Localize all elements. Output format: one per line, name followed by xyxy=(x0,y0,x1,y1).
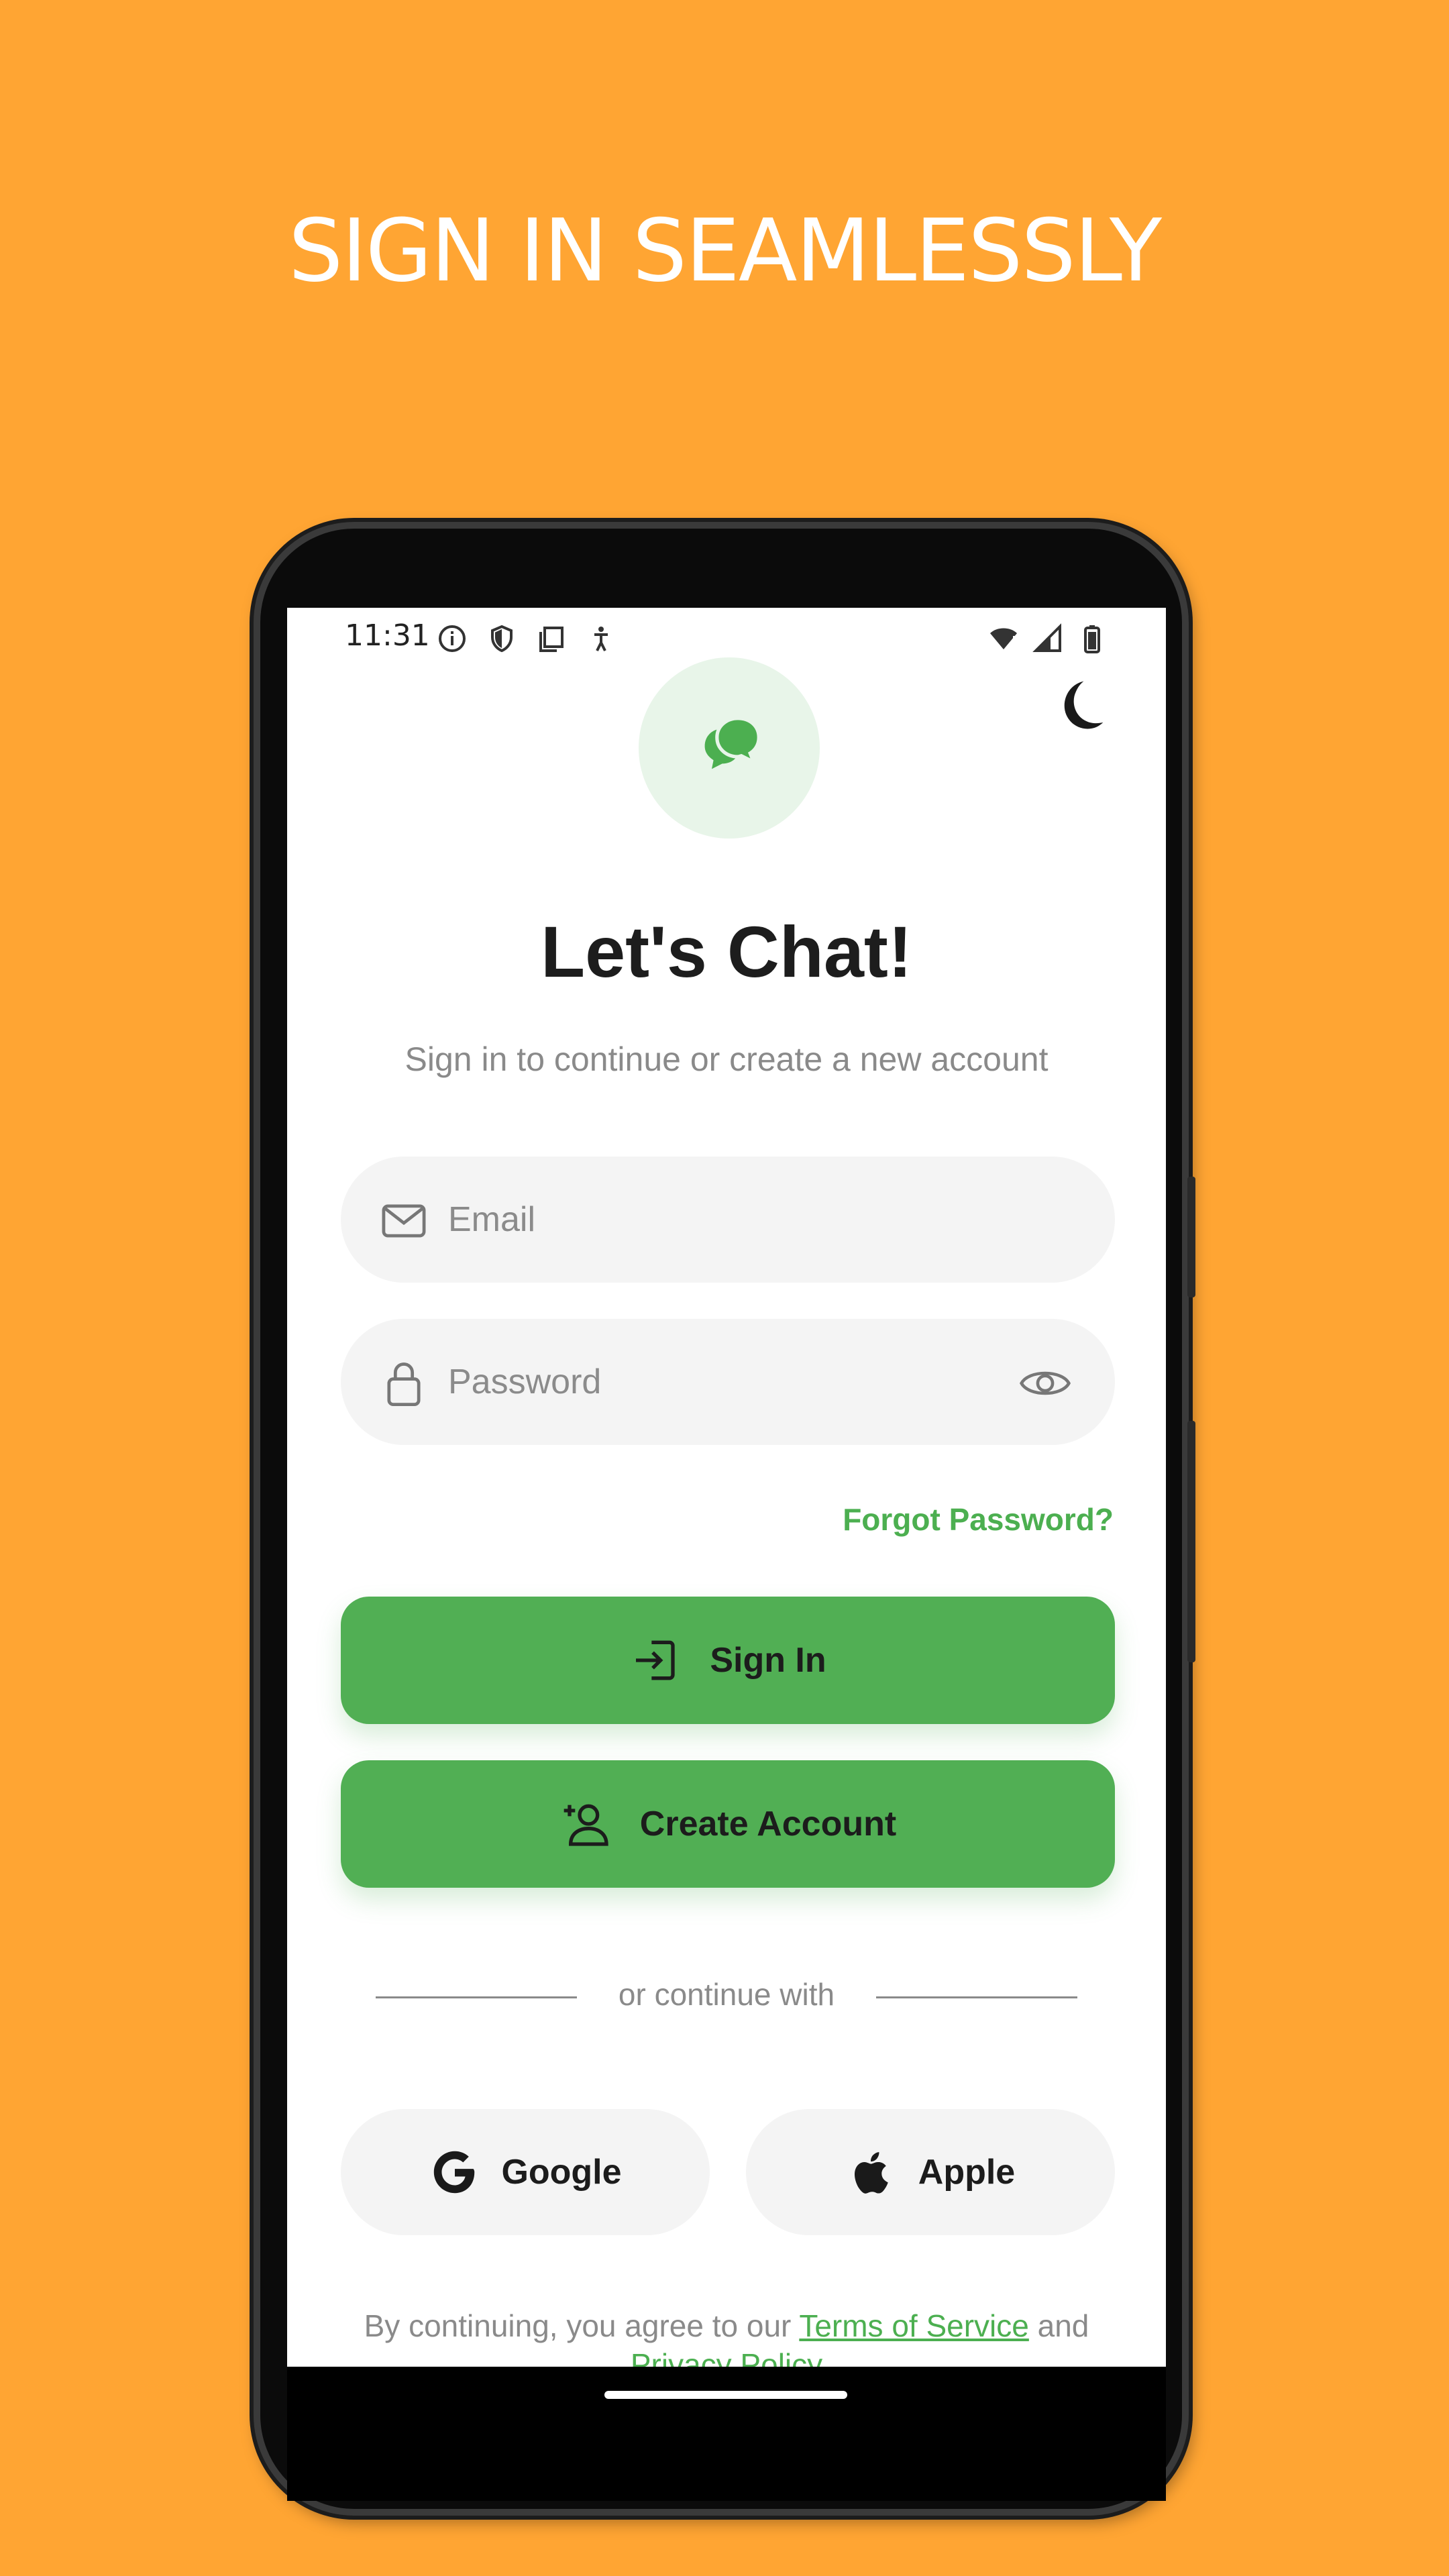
page-subtitle: Sign in to continue or create a new acco… xyxy=(405,1040,1049,1078)
app-screen: 11:31 Let's Chat! Sign in to continue or… xyxy=(287,608,1166,2367)
moon-icon[interactable] xyxy=(1044,672,1108,737)
create-account-button[interactable]: Create Account xyxy=(341,1760,1115,1888)
battery-icon xyxy=(1084,625,1100,653)
password-field[interactable] xyxy=(341,1319,1115,1445)
legal-and: and xyxy=(1037,2308,1089,2343)
divider-text: or continue with xyxy=(618,1977,835,2012)
lock-icon xyxy=(387,1362,421,1407)
mail-icon xyxy=(382,1204,426,1238)
password-input[interactable] xyxy=(448,1319,985,1445)
signal-icon xyxy=(1032,623,1061,652)
privacy-link[interactable]: Privacy Policy xyxy=(631,2347,822,2367)
eye-icon[interactable] xyxy=(1018,1358,1072,1409)
google-button[interactable]: Google xyxy=(341,2109,710,2235)
page-title: Let's Chat! xyxy=(541,911,912,992)
status-time: 11:31 xyxy=(345,619,430,653)
promo-headline: SIGN IN SEAMLESSLY xyxy=(288,201,1162,301)
terms-link[interactable]: Terms of Service xyxy=(799,2308,1029,2343)
navigation-bar xyxy=(287,2367,1166,2501)
app-logo xyxy=(639,657,820,839)
sign-in-label: Sign In xyxy=(710,1641,826,1680)
forgot-password-link[interactable]: Forgot Password? xyxy=(843,1501,1114,1538)
legal-text: By continuing, you agree to our Terms of… xyxy=(314,2306,1139,2367)
home-indicator[interactable] xyxy=(604,2391,847,2399)
divider-line-right xyxy=(876,1996,1077,1998)
sign-in-button[interactable]: Sign In xyxy=(341,1597,1115,1724)
legal-prefix: By continuing, you agree to our xyxy=(364,2308,792,2343)
login-icon xyxy=(636,1640,675,1680)
accessibility-icon xyxy=(594,627,608,651)
volume-button xyxy=(1187,1177,1195,1297)
info-icon xyxy=(439,625,466,652)
copy-icon xyxy=(539,627,564,652)
add-person-icon xyxy=(564,1804,608,1846)
apple-label: Apple xyxy=(918,2153,1016,2192)
apple-button[interactable]: Apple xyxy=(746,2109,1115,2235)
wifi-alert-icon xyxy=(990,628,1017,649)
divider: or continue with xyxy=(287,1976,1166,2017)
shield-icon xyxy=(491,625,513,653)
create-account-label: Create Account xyxy=(639,1805,897,1843)
google-icon xyxy=(434,2151,475,2194)
email-field[interactable] xyxy=(341,1157,1115,1283)
apple-icon xyxy=(854,2152,888,2194)
power-button xyxy=(1187,1421,1195,1662)
chat-bubbles-icon xyxy=(704,716,761,769)
phone-frame: 11:31 Let's Chat! Sign in to continue or… xyxy=(254,522,1195,2516)
email-input[interactable] xyxy=(448,1157,985,1283)
google-label: Google xyxy=(501,2153,622,2192)
